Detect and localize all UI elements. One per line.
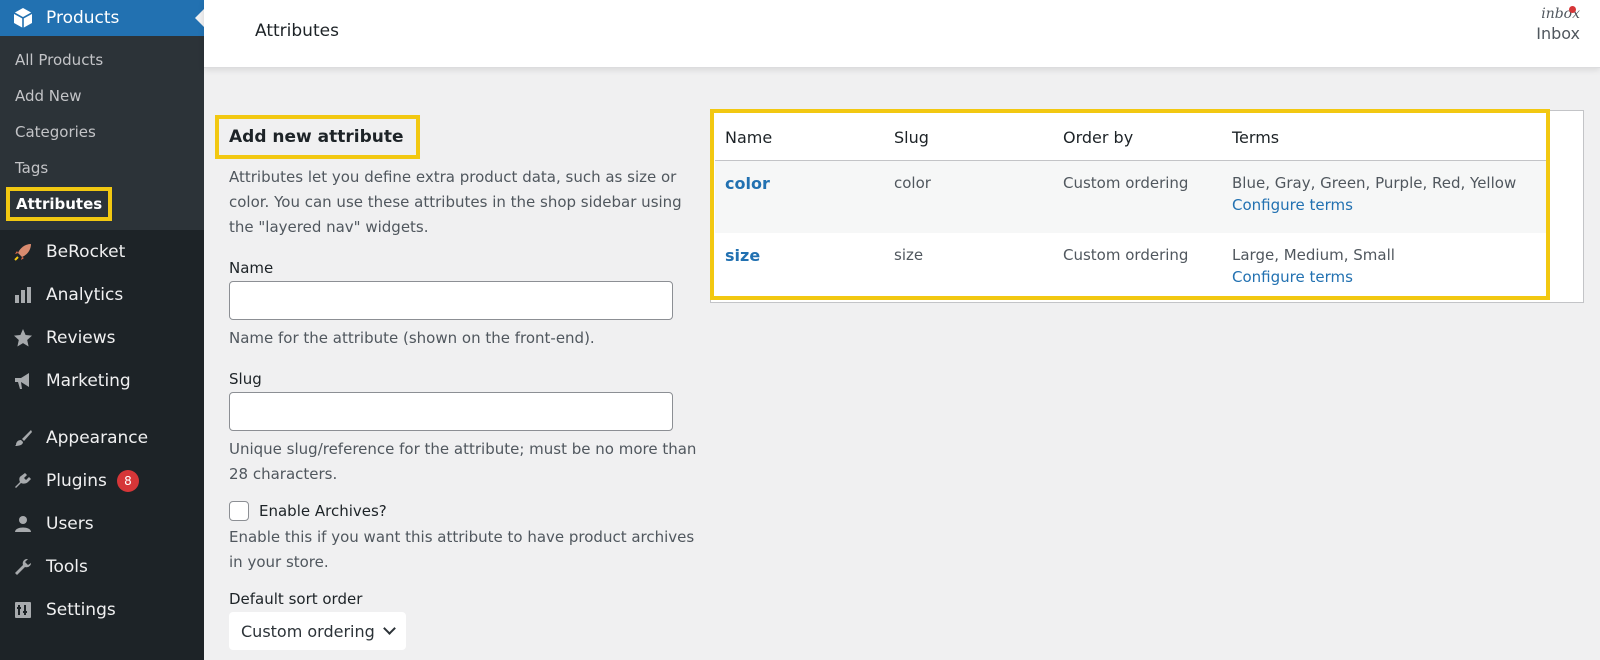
- bar-chart-icon: [12, 284, 34, 306]
- sidebar-item-users[interactable]: Users: [0, 502, 204, 545]
- admin-sidebar: Products All Products Add New Categories…: [0, 0, 204, 660]
- plugins-update-badge: 8: [116, 469, 139, 492]
- submenu-categories[interactable]: Categories: [0, 114, 204, 150]
- archives-help: Enable this if you want this attribute t…: [229, 528, 695, 571]
- enable-archives-label[interactable]: Enable Archives?: [259, 502, 387, 520]
- chevron-down-icon: [382, 621, 396, 635]
- sidebar-item-label: Users: [46, 513, 94, 534]
- wrench-icon: [12, 556, 34, 578]
- sidebar-item-marketing[interactable]: Marketing: [0, 359, 204, 402]
- submenu-attributes-label: Attributes: [6, 187, 113, 221]
- sort-order-label: Default sort order: [229, 590, 363, 608]
- slug-input[interactable]: [229, 392, 673, 431]
- inbox-icon: inbox: [1541, 6, 1580, 22]
- submenu-attributes[interactable]: Attributes: [0, 186, 204, 222]
- sidebar-item-label: Marketing: [46, 370, 131, 391]
- sidebar-item-label: Reviews: [46, 327, 116, 348]
- user-icon: [12, 513, 34, 535]
- column-header-slug: Slug: [884, 115, 1053, 161]
- column-header-order-by: Order by: [1053, 115, 1222, 161]
- slug-label: Slug: [229, 370, 262, 388]
- attribute-order-by: Custom ordering: [1063, 246, 1189, 264]
- attribute-slug: color: [884, 160, 1053, 233]
- configure-terms-link[interactable]: Configure terms: [1232, 196, 1549, 214]
- rocket-icon: [12, 241, 34, 263]
- attribute-terms: Large, Medium, Small: [1232, 246, 1395, 264]
- star-icon: [12, 327, 34, 349]
- sidebar-item-label: Plugins: [46, 470, 107, 491]
- name-input[interactable]: [229, 281, 673, 320]
- sort-order-value: Custom ordering: [241, 621, 375, 641]
- sidebar-item-label: Products: [46, 8, 120, 28]
- archives-row: Enable Archives?: [229, 501, 699, 521]
- submenu-tags[interactable]: Tags: [0, 150, 204, 186]
- submenu-add-new[interactable]: Add New: [0, 78, 204, 114]
- notification-dot: [1569, 6, 1576, 13]
- attribute-name-link[interactable]: color: [725, 174, 770, 193]
- sidebar-item-products[interactable]: Products: [0, 0, 204, 36]
- name-label: Name: [229, 259, 274, 277]
- page-header: Attributes inbox Inbox: [204, 0, 1600, 68]
- sidebar-item-label: BeRocket: [46, 241, 126, 262]
- attribute-slug: size: [894, 246, 924, 264]
- attribute-terms: Blue, Gray, Green, Purple, Red, Yellow: [1232, 173, 1517, 192]
- sidebar-item-tools[interactable]: Tools: [0, 545, 204, 588]
- megaphone-icon: [12, 370, 34, 392]
- paintbrush-icon: [12, 427, 34, 449]
- column-header-name: Name: [715, 115, 884, 161]
- settings-icon: [12, 599, 34, 621]
- sidebar-item-appearance[interactable]: Appearance: [0, 416, 204, 459]
- table-row: color color Custom ordering Blue, Gray, …: [715, 160, 1549, 233]
- sidebar-item-reviews[interactable]: Reviews: [0, 316, 204, 359]
- enable-archives-checkbox[interactable]: [229, 501, 249, 521]
- sidebar-item-label: Settings: [46, 599, 116, 620]
- column-header-terms: Terms: [1222, 115, 1549, 161]
- sidebar-item-label: Appearance: [46, 427, 149, 448]
- table-row: size size Custom ordering Large, Medium,…: [715, 233, 1549, 306]
- name-help: Name for the attribute (shown on the fro…: [229, 329, 595, 347]
- attributes-table-panel: Name Slug Order by Terms color color Cus…: [710, 110, 1584, 303]
- sidebar-item-plugins[interactable]: Plugins 8: [0, 459, 204, 502]
- slug-help: Unique slug/reference for the attribute;…: [229, 440, 697, 483]
- plugin-icon: [12, 470, 34, 492]
- add-attribute-form: Add new attribute Attributes let you def…: [215, 115, 699, 650]
- configure-terms-link[interactable]: Configure terms: [1232, 268, 1549, 286]
- attribute-name-link[interactable]: size: [725, 246, 760, 265]
- sidebar-item-label: Analytics: [46, 284, 124, 305]
- inbox-label: Inbox: [1536, 24, 1580, 43]
- table-header-row: Name Slug Order by Terms: [715, 115, 1549, 161]
- sidebar-item-analytics[interactable]: Analytics: [0, 273, 204, 316]
- submenu-all-products[interactable]: All Products: [0, 42, 204, 78]
- form-intro: Attributes let you define extra product …: [229, 168, 682, 236]
- sidebar-item-berocket[interactable]: BeRocket: [0, 230, 204, 273]
- sidebar-item-label: Tools: [46, 556, 88, 577]
- inbox-button[interactable]: inbox Inbox: [1536, 6, 1580, 43]
- attribute-order-by: Custom ordering: [1053, 160, 1222, 233]
- form-heading: Add new attribute: [215, 115, 420, 159]
- page-title: Attributes: [255, 21, 339, 41]
- sidebar-item-settings[interactable]: Settings: [0, 588, 204, 631]
- box-icon: [12, 7, 34, 29]
- sort-order-select[interactable]: Custom ordering: [229, 612, 406, 650]
- attributes-table: Name Slug Order by Terms color color Cus…: [715, 115, 1549, 306]
- products-submenu: All Products Add New Categories Tags Att…: [0, 36, 204, 230]
